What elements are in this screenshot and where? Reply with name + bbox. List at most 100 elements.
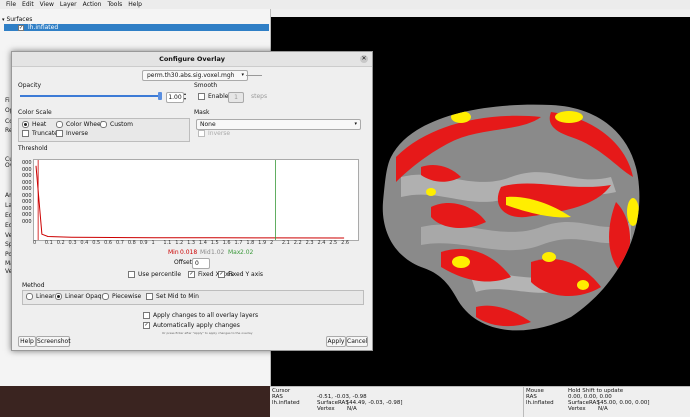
- y-tick-label: 000: [22, 186, 32, 192]
- opacity-spin-arrows-icon[interactable]: ▴ ▾: [184, 91, 186, 101]
- x-tick-label: 0: [33, 240, 37, 246]
- threshold-label: Threshold: [18, 145, 48, 152]
- layer-item-lh-inflated[interactable]: lh.inflated: [4, 24, 269, 31]
- x-tick-label: 1.1: [163, 240, 172, 246]
- menu-file[interactable]: File: [6, 1, 16, 8]
- color-custom-option[interactable]: Custom: [100, 121, 133, 128]
- offset-label: Offset: [174, 259, 193, 266]
- configure-overlay-dialog: Configure Overlay ✕ perm.th30.abs.sig.vo…: [11, 51, 373, 351]
- layer-tree-header[interactable]: ▾ Surfaces: [2, 16, 32, 23]
- overlay-file-select[interactable]: perm.th30.abs.sig.voxel.mgh ▾: [142, 70, 248, 81]
- method-linear-opaque-option[interactable]: Linear Opaque: [55, 293, 109, 300]
- cursor-layer-name: lh.inflated: [272, 400, 300, 406]
- set-mid-checkbox[interactable]: [146, 293, 153, 300]
- menu-edit[interactable]: Edit: [22, 1, 34, 8]
- color-wheel-radio[interactable]: [56, 121, 63, 128]
- auto-apply-option[interactable]: Automatically apply changes: [143, 322, 240, 329]
- apply-all-checkbox[interactable]: [143, 312, 150, 319]
- y-tick-label: 000: [22, 160, 32, 166]
- max-value[interactable]: 2.02: [240, 249, 253, 256]
- truncate-option[interactable]: Truncate: [22, 130, 58, 137]
- min-value[interactable]: 0.018: [180, 249, 197, 256]
- y-tick-label: 000: [22, 212, 32, 218]
- screenshot-button[interactable]: Screenshot: [36, 336, 71, 347]
- close-icon[interactable]: ✕: [360, 55, 368, 63]
- x-tick-label: 1.6: [222, 240, 231, 246]
- y-tick-label: 000: [22, 205, 32, 212]
- x-tick-label: 2.6: [341, 240, 350, 246]
- x-tick-label: 2.1: [281, 240, 290, 246]
- x-tick-label: 0.9: [139, 240, 148, 246]
- x-tick-label: 0.7: [115, 240, 124, 246]
- smooth-label: Smooth: [194, 82, 218, 89]
- smooth-enable-option[interactable]: Enable: [198, 93, 228, 100]
- x-tick-label: 2.4: [317, 240, 326, 246]
- smooth-steps-spinbox[interactable]: 1: [228, 92, 244, 103]
- method-linear-option[interactable]: Linear: [26, 293, 55, 300]
- color-wheel-option[interactable]: Color Wheel: [56, 121, 102, 128]
- cancel-button[interactable]: Cancel: [346, 336, 368, 347]
- fixed-y-option[interactable]: Fixed Y axis: [218, 271, 263, 278]
- histogram-curve: [35, 165, 345, 239]
- menu-action[interactable]: Action: [83, 1, 102, 8]
- apply-button[interactable]: Apply: [326, 336, 346, 347]
- auto-apply-checkbox[interactable]: [143, 322, 150, 329]
- use-percentile-option[interactable]: Use percentile: [128, 271, 181, 278]
- color-heat-radio[interactable]: [22, 121, 29, 128]
- fixed-y-checkbox[interactable]: [218, 271, 225, 278]
- method-piecewise-radio[interactable]: [102, 293, 109, 300]
- color-custom-radio[interactable]: [100, 121, 107, 128]
- menu-view[interactable]: View: [40, 1, 54, 8]
- use-percentile-checkbox[interactable]: [128, 271, 135, 278]
- mask-inverse-checkbox[interactable]: [198, 130, 205, 137]
- x-tick-label: 1.8: [246, 240, 255, 246]
- chevron-down-icon: ▾: [354, 121, 357, 127]
- method-linear-radio[interactable]: [26, 293, 33, 300]
- inverse-option[interactable]: Inverse: [56, 130, 88, 137]
- collapse-arrow-icon[interactable]: ▾: [2, 17, 5, 23]
- opacity-slider[interactable]: [20, 92, 162, 100]
- mid-value[interactable]: 1.02: [211, 249, 224, 256]
- histogram-svg: [35, 160, 345, 240]
- y-tick-label: 000: [22, 179, 32, 186]
- method-linear-opaque-radio[interactable]: [55, 293, 62, 300]
- layer-visible-checkbox[interactable]: [18, 25, 24, 31]
- opacity-spinbox[interactable]: 1.00: [166, 92, 184, 103]
- x-tick-label: 2.2: [293, 240, 302, 246]
- mask-inverse-option[interactable]: Inverse: [198, 130, 230, 137]
- menu-help[interactable]: Help: [128, 1, 142, 8]
- mouse-layer-name: lh.inflated: [526, 400, 554, 406]
- smooth-steps-unit: steps: [251, 93, 268, 100]
- y-tick-label: 000: [22, 166, 32, 173]
- y-tick-label: 000: [22, 199, 32, 205]
- x-tick-label: 2.3: [305, 240, 314, 246]
- method-piecewise-option[interactable]: Piecewise: [102, 293, 141, 300]
- help-button[interactable]: Help: [18, 336, 36, 347]
- info-divider: [523, 387, 524, 417]
- menu-tools[interactable]: Tools: [107, 1, 122, 8]
- x-tick-label: 2: [270, 240, 274, 246]
- overlay-frame-slider[interactable]: [246, 75, 262, 76]
- opacity-slider-handle[interactable]: [158, 92, 162, 100]
- x-tick-label: 0.3: [68, 240, 77, 246]
- apply-hint: Or press Enter after "Apply" to apply ch…: [162, 331, 253, 335]
- opacity-label: Opacity: [18, 82, 42, 89]
- offset-input[interactable]: 0: [192, 258, 210, 269]
- x-tick-label: 0.1: [44, 240, 53, 246]
- menu-layer[interactable]: Layer: [60, 1, 77, 8]
- mid-label: Mid: [200, 249, 211, 256]
- set-mid-option[interactable]: Set Mid to Min: [146, 293, 199, 300]
- dialog-title: Configure Overlay: [12, 52, 372, 67]
- x-tick-label: 0.4: [80, 240, 89, 246]
- fixed-x-checkbox[interactable]: [188, 271, 195, 278]
- threshold-histogram[interactable]: [33, 159, 359, 241]
- apply-all-option[interactable]: Apply changes to all overlay layers: [143, 312, 258, 319]
- x-tick-label: 1.3: [187, 240, 196, 246]
- mask-select[interactable]: None ▾: [196, 119, 361, 130]
- smooth-enable-checkbox[interactable]: [198, 93, 205, 100]
- x-tick-label: 0.8: [127, 240, 136, 246]
- inverse-checkbox[interactable]: [56, 130, 63, 137]
- x-tick-label: 1.2: [175, 240, 184, 246]
- truncate-checkbox[interactable]: [22, 130, 29, 137]
- color-heat-option[interactable]: Heat: [22, 121, 46, 128]
